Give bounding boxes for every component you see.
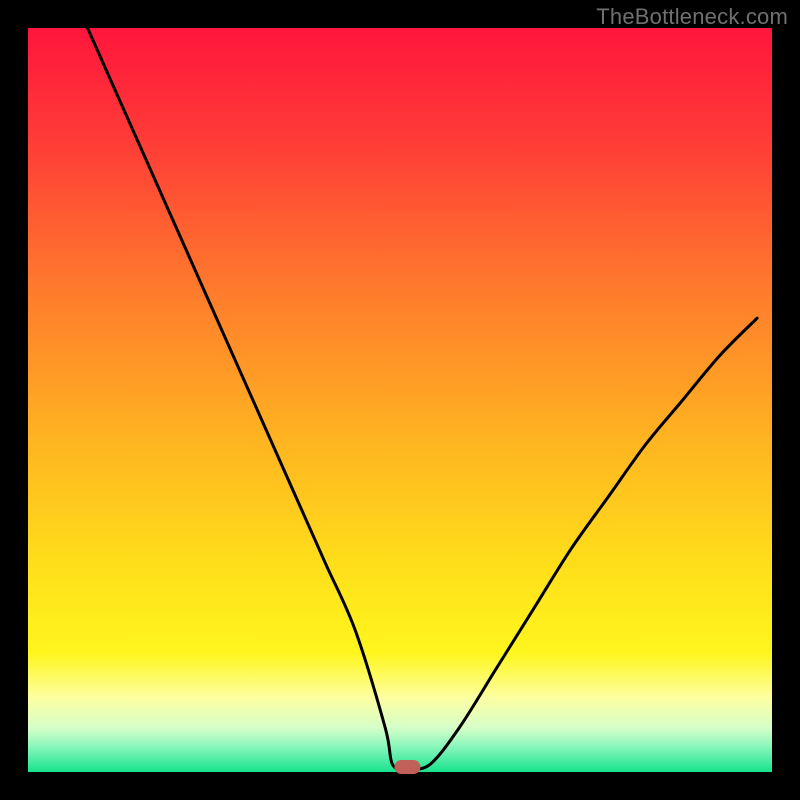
optimal-marker [394, 760, 420, 774]
chart-frame: TheBottleneck.com [0, 0, 800, 800]
plot-background [28, 28, 772, 772]
bottleneck-chart [0, 0, 800, 800]
watermark-label: TheBottleneck.com [596, 4, 788, 30]
